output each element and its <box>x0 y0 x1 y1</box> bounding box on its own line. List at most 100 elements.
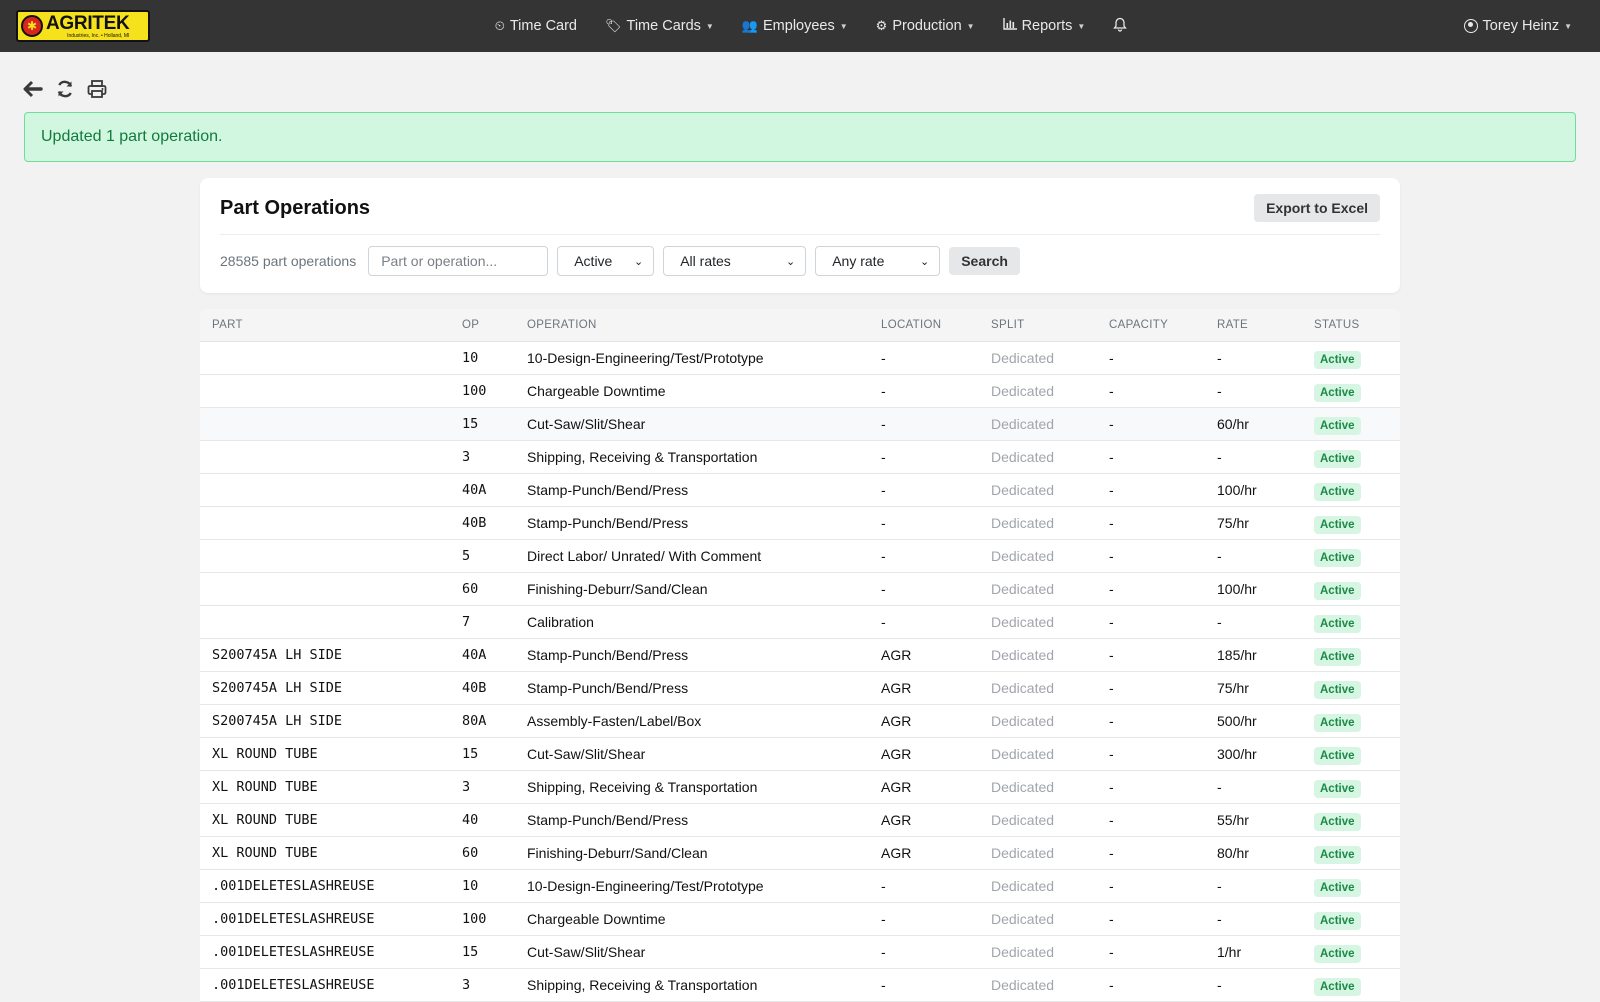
table-row[interactable]: XL ROUND TUBE 15 Cut-Saw/Slit/Shear AGR Dedi… <box>200 738 1400 771</box>
user-menu[interactable]: Torey Heinz ▼ <box>1463 0 1572 52</box>
cell-rate: - <box>1217 383 1222 399</box>
cell-split: Dedicated <box>991 449 1055 465</box>
rates-select-value: All rates <box>680 253 731 269</box>
nav-reports[interactable]: Reports ▼ <box>989 18 1100 34</box>
cell-operation: Shipping, Receiving & Transportation <box>527 977 758 993</box>
user-circle-icon <box>1463 19 1478 33</box>
table-row[interactable]: .001DELETESLASHREUSE 10 10-Design-Engineer… <box>200 870 1400 903</box>
table-row[interactable]: S200745A LH SIDE 80A Assembly-Fasten/Label… <box>200 705 1400 738</box>
cell-rate: 60/hr <box>1217 416 1249 432</box>
cell-split: Dedicated <box>991 845 1055 861</box>
print-icon[interactable] <box>86 78 108 100</box>
nav-time-cards[interactable]: 🏷 Time Cards ▼ <box>591 18 728 34</box>
bell-icon[interactable] <box>1099 17 1141 36</box>
success-alert: Updated 1 part operation. <box>24 112 1576 162</box>
caret-down-icon: ▼ <box>839 21 848 31</box>
table-row[interactable]: .001DELETESLASHREUSE 3 Shipping, Receiving… <box>200 969 1400 1002</box>
cell-operation: Chargeable Downtime <box>527 383 666 399</box>
table-row[interactable]: XL ROUND TUBE 40 Stamp-Punch/Bend/Press AGR… <box>200 804 1400 837</box>
nav-production[interactable]: ⚙ Production ▼ <box>862 18 989 34</box>
table-row[interactable]: S200745A LH SIDE 40B Stamp-Punch/Bend/Pres… <box>200 672 1400 705</box>
cell-split: Dedicated <box>991 482 1055 498</box>
status-badge: Active <box>1314 648 1361 666</box>
table-row[interactable]: 7 Calibration - Dedicated - - Active <box>200 606 1400 639</box>
status-badge: Active <box>1314 483 1361 501</box>
table-row[interactable]: 40B Stamp-Punch/Bend/Press - Dedicated - 75/h… <box>200 507 1400 540</box>
status-badge: Active <box>1314 615 1361 633</box>
search-button[interactable]: Search <box>949 247 1020 275</box>
cell-split: Dedicated <box>991 581 1055 597</box>
header-rate[interactable]: RATE <box>1217 319 1248 331</box>
agritek-logo[interactable]: ✱ AGRITEK Industries, Inc. • Holland, MI <box>16 10 150 42</box>
cell-operation: Stamp-Punch/Bend/Press <box>527 647 689 663</box>
nav-label: Employees <box>763 18 835 34</box>
cell-status: Active <box>1314 812 1361 831</box>
cell-capacity: - <box>1109 416 1114 432</box>
cell-status: Active <box>1314 515 1361 534</box>
refresh-icon[interactable] <box>54 78 76 100</box>
cell-part: XL ROUND TUBE <box>212 779 318 795</box>
cell-part: .001DELETESLASHREUSE <box>212 944 375 960</box>
rates-select[interactable]: All rates ⌄ <box>663 246 807 276</box>
nav-time-card[interactable]: ⏲ Time Card <box>481 18 591 34</box>
cell-operation: Chargeable Downtime <box>527 911 666 927</box>
table-row[interactable]: .001DELETESLASHREUSE 15 Cut-Saw/Slit/Shear… <box>200 936 1400 969</box>
table-row[interactable]: S200745A LH SIDE 40A Stamp-Punch/Bend/Pres… <box>200 639 1400 672</box>
cell-rate: - <box>1217 449 1222 465</box>
cell-capacity: - <box>1109 482 1114 498</box>
table-row[interactable]: 5 Direct Labor/ Unrated/ With Comment - Ded… <box>200 540 1400 573</box>
cell-op: 5 <box>462 548 471 564</box>
cell-op: 3 <box>462 977 471 993</box>
cell-location: AGR <box>881 746 912 762</box>
cell-location: AGR <box>881 713 912 729</box>
cell-operation: Cut-Saw/Slit/Shear <box>527 746 646 762</box>
header-status[interactable]: STATUS <box>1314 319 1359 331</box>
cell-split: Dedicated <box>991 614 1055 630</box>
cell-op: 3 <box>462 449 471 465</box>
table-row[interactable]: 100 Chargeable Downtime - Dedicated - - Active <box>200 375 1400 408</box>
header-part[interactable]: PART <box>212 319 243 331</box>
table-row[interactable]: 3 Shipping, Receiving & Transportation - De… <box>200 441 1400 474</box>
table-row[interactable]: 60 Finishing-Deburr/Sand/Clean - Dedicated -… <box>200 573 1400 606</box>
cell-status: Active <box>1314 647 1361 666</box>
cell-capacity: - <box>1109 977 1114 993</box>
cell-op: 100 <box>462 911 487 927</box>
search-input[interactable] <box>368 246 549 276</box>
cell-location: - <box>881 416 886 432</box>
cell-split: Dedicated <box>991 680 1055 696</box>
cell-split: Dedicated <box>991 713 1055 729</box>
table-row[interactable]: 15 Cut-Saw/Slit/Shear - Dedicated - 60/hr Acti… <box>200 408 1400 441</box>
table-row[interactable]: .001DELETESLASHREUSE 100 Chargeable Downti… <box>200 903 1400 936</box>
cell-capacity: - <box>1109 746 1114 762</box>
nav-employees[interactable]: 👥 Employees ▼ <box>728 18 862 34</box>
user-name: Torey Heinz <box>1482 18 1560 34</box>
cell-capacity: - <box>1109 350 1114 366</box>
caret-down-icon: ▼ <box>1564 21 1572 31</box>
status-select[interactable]: Active ⌄ <box>557 246 655 276</box>
table-row[interactable]: XL ROUND TUBE 3 Shipping, Receiving & Tran… <box>200 771 1400 804</box>
header-capacity[interactable]: CAPACITY <box>1109 319 1168 331</box>
cell-capacity: - <box>1109 911 1114 927</box>
header-location[interactable]: LOCATION <box>881 319 941 331</box>
cell-part: .001DELETESLASHREUSE <box>212 977 375 993</box>
back-arrow-icon[interactable] <box>22 78 44 100</box>
header-op[interactable]: OP <box>462 319 479 331</box>
header-split[interactable]: SPLIT <box>991 319 1024 331</box>
table-row[interactable]: XL ROUND TUBE 60 Finishing-Deburr/Sand/Cle… <box>200 837 1400 870</box>
cell-rate: 185/hr <box>1217 647 1257 663</box>
rate-select[interactable]: Any rate ⌄ <box>815 246 941 276</box>
cell-rate: - <box>1217 911 1222 927</box>
cell-rate: 100/hr <box>1217 482 1257 498</box>
cell-location: - <box>881 515 886 531</box>
clock-icon: ⏲ <box>494 18 505 34</box>
cell-split: Dedicated <box>991 977 1055 993</box>
cell-capacity: - <box>1109 713 1114 729</box>
cell-op: 40B <box>462 680 487 696</box>
cell-operation: Stamp-Punch/Bend/Press <box>527 482 689 498</box>
cell-split: Dedicated <box>991 878 1055 894</box>
header-operation[interactable]: OPERATION <box>527 319 597 331</box>
table-row[interactable]: 10 10-Design-Engineering/Test/Prototype - D… <box>200 342 1400 375</box>
export-to-excel-button[interactable]: Export to Excel <box>1254 194 1380 222</box>
table-row[interactable]: 40A Stamp-Punch/Bend/Press - Dedicated - 100/… <box>200 474 1400 507</box>
caret-down-icon: ▼ <box>705 21 714 31</box>
